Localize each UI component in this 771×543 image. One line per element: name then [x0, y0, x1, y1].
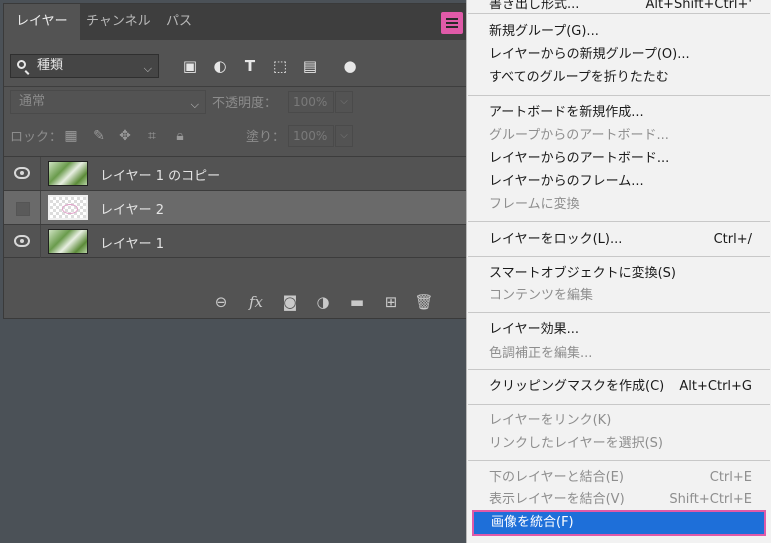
eye-icon[interactable]	[14, 167, 30, 179]
menu-item-label: 下のレイヤーと結合(E)	[489, 470, 624, 485]
menu-item-layer-style[interactable]: レイヤー効果...	[489, 319, 749, 341]
hamburger-icon	[446, 18, 458, 28]
chevron-down-icon: ⌵	[190, 98, 199, 111]
fill-label: 塗り：	[246, 130, 286, 145]
fx-icon[interactable]: fx	[246, 292, 266, 312]
menu-item-lock-layers[interactable]: レイヤーをロック(L)... Ctrl+/	[489, 229, 752, 251]
type-filter-icon[interactable]: T	[240, 56, 260, 76]
opacity-label: 不透明度：	[212, 96, 278, 111]
menu-item-edit-contents: コンテンツを編集	[489, 288, 594, 303]
fill-chevron-icon[interactable]: ⌵	[335, 125, 353, 147]
menu-item-shortcut: Ctrl+/	[713, 232, 752, 247]
smart-object-filter-icon[interactable]: ▤	[300, 56, 320, 76]
filter-toggle-icon[interactable]: ●	[340, 56, 360, 76]
menu-separator	[468, 221, 770, 222]
search-icon	[17, 60, 26, 69]
menu-separator	[468, 404, 770, 405]
adjustment-layer-icon[interactable]: ◑	[313, 292, 333, 312]
layer-thumbnail	[48, 161, 88, 186]
new-layer-icon[interactable]: ⊞	[381, 292, 401, 312]
lock-artboard-icon[interactable]: ⌗	[143, 127, 161, 145]
add-mask-icon[interactable]: ◙	[280, 292, 300, 312]
layer-thumbnail	[48, 229, 88, 254]
panel-menu-button[interactable]	[441, 12, 463, 34]
panel-tab-bar: レイヤー チャンネル パス	[4, 4, 466, 40]
layer-row[interactable]: レイヤー 1 のコピー	[4, 156, 466, 190]
menu-item-merge-down: 下のレイヤーと結合(E) Ctrl+E	[489, 467, 752, 489]
menu-item-convert-to-frame: フレームに変換	[489, 197, 580, 212]
chevron-down-icon: ⌵	[143, 62, 152, 75]
lock-image-pixels-icon[interactable]: ✎	[90, 127, 108, 145]
divider	[40, 191, 41, 224]
layers-panel: レイヤー チャンネル パス 種類 ⌵ ▣ ◐ T ⬚ ▤ ● 通常 ⌵ 不透明度…	[3, 3, 467, 319]
menu-separator	[468, 312, 770, 313]
layer-context-menu: 書き出し形式... Alt+Shift+Ctrl+' 新規グループ(G)... …	[466, 0, 771, 543]
layer-filter-value: 種類	[37, 58, 64, 73]
trash-icon[interactable]: 🗑︎	[414, 292, 434, 312]
menu-item-label: 書き出し形式...	[489, 0, 580, 12]
menu-item-shortcut: Alt+Ctrl+G	[679, 379, 752, 394]
eye-icon[interactable]	[14, 235, 30, 247]
image-filter-icon[interactable]: ▣	[180, 56, 200, 76]
lock-transparent-pixels-icon[interactable]: ▦	[62, 127, 80, 145]
shape-filter-icon[interactable]: ⬚	[270, 56, 290, 76]
divider	[40, 225, 41, 258]
menu-item-shortcut: Shift+Ctrl+E	[669, 492, 752, 507]
menu-item-shortcut: Ctrl+E	[709, 470, 752, 485]
tab-layers[interactable]: レイヤー	[4, 4, 80, 40]
menu-separator	[468, 460, 770, 461]
menu-item-new-group-from-layers[interactable]: レイヤーからの新規グループ(O)...	[489, 44, 749, 66]
layer-row[interactable]: レイヤー 2	[4, 190, 466, 224]
menu-item-collapse-all-groups[interactable]: すべてのグループを折りたたむ	[489, 67, 749, 89]
menu-item-create-clipping-mask[interactable]: クリッピングマスクを作成(C) Alt+Ctrl+G	[489, 376, 752, 398]
menu-item-label: クリッピングマスクを作成(C)	[489, 379, 665, 394]
layer-name: レイヤー 1	[100, 237, 165, 252]
layers-bottom-toolbar: ⊖ fx ◙ ◑ ▬ ⊞ 🗑︎	[4, 286, 466, 318]
menu-item-new-group[interactable]: 新規グループ(G)...	[489, 21, 749, 43]
blend-mode-select[interactable]: 通常 ⌵	[10, 90, 206, 114]
menu-item-merge-visible: 表示レイヤーを結合(V) Shift+Ctrl+E	[489, 489, 752, 511]
menu-item-select-linked-layers: リンクしたレイヤーを選択(S)	[489, 436, 664, 451]
layer-name: レイヤー 2	[100, 203, 165, 218]
menu-item-label: レイヤーをロック(L)...	[489, 232, 623, 247]
layer-row[interactable]: レイヤー 1	[4, 224, 466, 258]
menu-item-artboard-from-group: グループからのアートボード...	[489, 128, 669, 143]
menu-item-frame-from-layers[interactable]: レイヤーからのフレーム...	[489, 171, 749, 193]
lock-all-icon[interactable]: 🔒︎	[171, 127, 189, 145]
layer-thumbnail	[48, 195, 88, 220]
menu-separator	[468, 256, 770, 257]
lock-label: ロック：	[10, 130, 63, 145]
visibility-toggle-off[interactable]	[16, 202, 30, 216]
divider	[40, 157, 41, 190]
menu-item-edit-adjustment: 色調補正を編集...	[489, 346, 593, 361]
menu-item-label: 表示レイヤーを結合(V)	[489, 492, 625, 507]
blend-mode-value: 通常	[19, 94, 46, 109]
menu-item-flatten-image[interactable]: 画像を統合(F)	[472, 510, 766, 536]
opacity-input[interactable]: 100%	[288, 91, 334, 113]
menu-item-convert-to-smart-object[interactable]: スマートオブジェクトに変換(S)	[489, 263, 749, 285]
tab-paths[interactable]: パス	[154, 4, 204, 40]
fill-input[interactable]: 100%	[288, 125, 334, 147]
menu-separator	[468, 95, 770, 96]
new-group-icon[interactable]: ▬	[347, 292, 367, 312]
adjustment-filter-icon[interactable]: ◐	[210, 56, 230, 76]
tab-channels[interactable]: チャンネル	[74, 4, 163, 40]
opacity-chevron-icon[interactable]: ⌵	[335, 91, 353, 113]
menu-separator	[468, 369, 770, 370]
menu-item-new-artboard[interactable]: アートボードを新規作成...	[489, 102, 749, 124]
menu-item-artboard-from-layers[interactable]: レイヤーからのアートボード...	[489, 148, 749, 170]
divider	[4, 86, 466, 87]
link-layers-icon[interactable]: ⊖	[211, 292, 231, 312]
layer-filter-select[interactable]: 種類 ⌵	[10, 54, 159, 78]
lock-position-icon[interactable]: ✥	[116, 127, 134, 145]
layer-name: レイヤー 1 のコピー	[100, 169, 221, 184]
menu-item-link-layers: レイヤーをリンク(K)	[489, 413, 612, 428]
menu-separator	[468, 13, 770, 14]
